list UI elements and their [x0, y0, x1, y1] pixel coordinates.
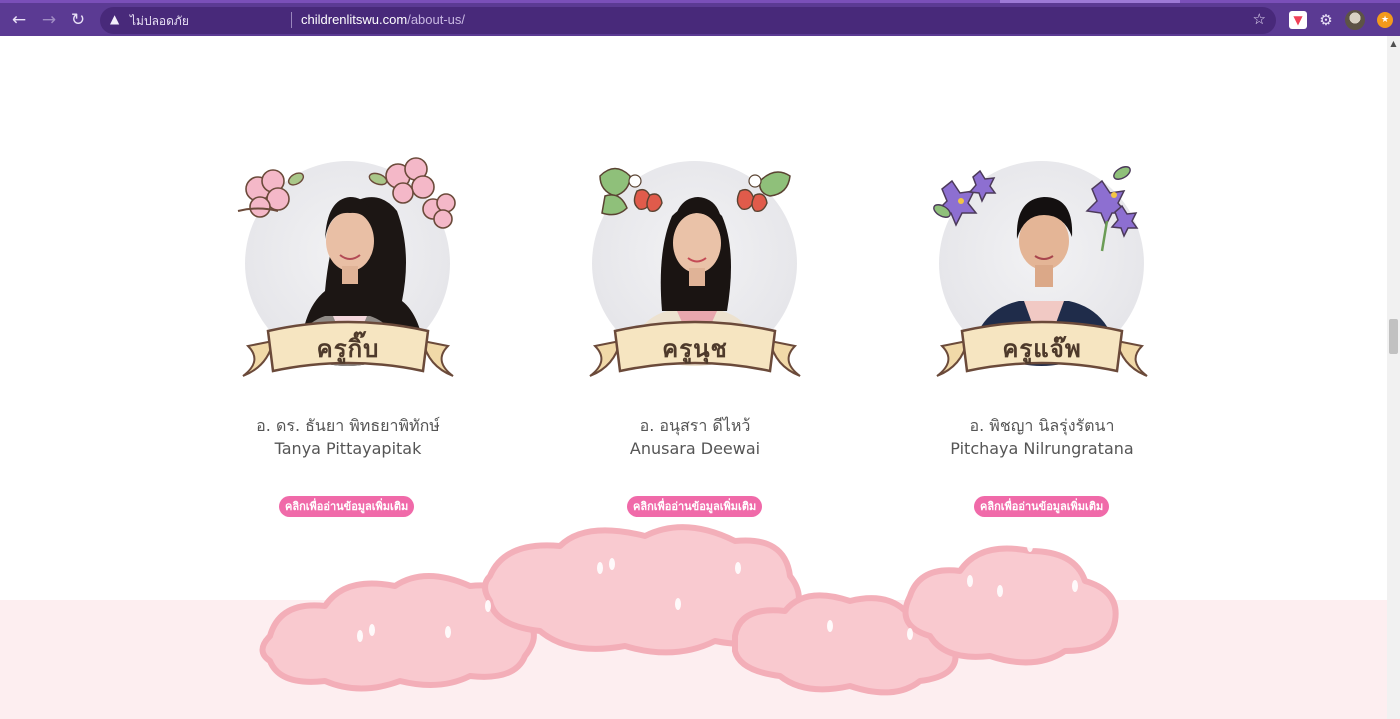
- url-text[interactable]: childrenlitswu.com/about-us/: [301, 12, 465, 27]
- reload-icon: ↻: [70, 10, 86, 30]
- teacher-name-thai: อ. พิชญา นิลรุ่งรัตนา: [969, 416, 1115, 435]
- teacher-portrait: ครูแจ๊พ: [892, 151, 1192, 396]
- warning-triangle-icon: ▲: [110, 12, 120, 26]
- orange-extension-icon[interactable]: ★: [1377, 12, 1393, 28]
- page-scrollbar[interactable]: ▲: [1387, 36, 1400, 719]
- arrow-right-icon: →: [41, 10, 57, 30]
- read-more-button[interactable]: คลิกเพื่ออ่านข้อมูลเพิ่มเติม: [627, 496, 763, 517]
- forward-button[interactable]: →: [38, 9, 60, 31]
- teacher-name-english: Anusara Deewai: [629, 439, 761, 458]
- read-more-button[interactable]: คลิกเพื่ออ่านข้อมูลเพิ่มเติม: [279, 496, 415, 517]
- teacher-name-thai: อ. ดร. ธันยา พิทธยาพิทักษ์: [256, 416, 440, 435]
- page-content: ครูกิ๊บ อ. ดร. ธันยา พิทธยาพิทักษ์ Tanya…: [0, 36, 1387, 719]
- teacher-portrait: ครูนุช: [545, 151, 845, 396]
- address-separator: [291, 12, 292, 28]
- teacher-name-english: Tanya Pittayapitak: [274, 439, 422, 458]
- browser-toolbar: ← → ↻ ▲ ไม่ปลอดภัย childrenlitswu.com/ab…: [0, 0, 1400, 36]
- teacher-nickname: ครูนุช: [662, 335, 728, 363]
- teacher-card: ครูนุช อ. อนุสรา ดีไหว้ Anusara Deewai ค…: [545, 36, 845, 536]
- scroll-up-icon[interactable]: ▲: [1387, 38, 1400, 50]
- back-button[interactable]: ←: [8, 9, 30, 31]
- url-host: childrenlitswu.com: [301, 12, 408, 27]
- pocket-icon[interactable]: ▼: [1289, 11, 1307, 29]
- url-path: /about-us/: [407, 12, 466, 27]
- security-status[interactable]: ไม่ปลอดภัย: [130, 12, 189, 31]
- address-bar[interactable]: ▲ ไม่ปลอดภัย childrenlitswu.com/about-us…: [100, 7, 1276, 34]
- read-more-button[interactable]: คลิกเพื่ออ่านข้อมูลเพิ่มเติม: [974, 496, 1110, 517]
- star-icon[interactable]: ☆: [1253, 10, 1266, 28]
- teacher-nickname: ครูกิ๊บ: [316, 335, 380, 363]
- active-tab-indicator: [1000, 0, 1180, 3]
- puzzle-icon[interactable]: ⚙: [1317, 11, 1335, 29]
- reload-button[interactable]: ↻: [67, 9, 89, 31]
- profile-avatar-icon[interactable]: [1345, 10, 1365, 30]
- arrow-left-icon: ←: [11, 10, 27, 30]
- teacher-name-thai: อ. อนุสรา ดีไหว้: [639, 416, 751, 435]
- teacher-nickname: ครูแจ๊พ: [1002, 335, 1082, 363]
- teacher-name-english: Pitchaya Nilrungratana: [950, 439, 1134, 458]
- scrollbar-thumb[interactable]: [1389, 319, 1398, 354]
- teacher-portrait: ครูกิ๊บ: [198, 151, 498, 396]
- teacher-card: ครูกิ๊บ อ. ดร. ธันยา พิทธยาพิทักษ์ Tanya…: [198, 36, 498, 536]
- teacher-card: ครูแจ๊พ อ. พิชญา นิลรุ่งรัตนา Pitchaya N…: [892, 36, 1192, 536]
